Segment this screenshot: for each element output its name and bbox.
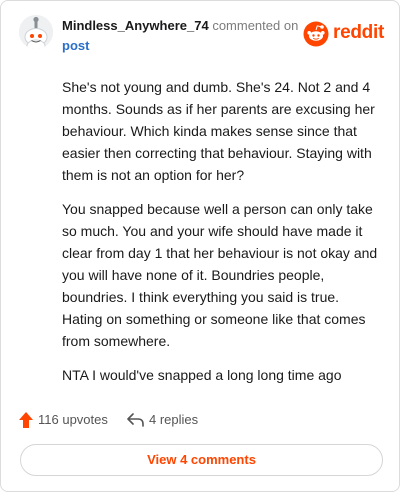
view-comments-button[interactable]: View 4 comments (20, 444, 383, 476)
replies-count: 4 replies (149, 412, 199, 427)
comment-stats: 116 upvotes 4 replies (19, 409, 319, 431)
reddit-wordmark: reddit (333, 22, 384, 43)
comment-body: She's not young and dumb. She's 24. Not … (62, 76, 382, 398)
avatar-snoo-icon (19, 15, 53, 49)
comment-header: Mindless_Anywhere_74 commented on post r… (19, 15, 384, 56)
avatar[interactable] (19, 15, 53, 49)
upvotes-stat[interactable]: 116 upvotes (19, 409, 119, 431)
upvote-arrow-icon (19, 412, 33, 428)
comment-paragraph: She's not young and dumb. She's 24. Not … (62, 79, 375, 183)
upvotes-count: 116 upvotes (38, 412, 108, 427)
comment-paragraph: NTA I would've snapped a long long time … (62, 367, 342, 383)
action-text: commented on (212, 18, 299, 33)
reddit-logo-icon (303, 21, 329, 47)
username[interactable]: Mindless_Anywhere_74 (62, 18, 209, 33)
comment-card: Mindless_Anywhere_74 commented on post r… (0, 0, 400, 492)
comment-paragraph: You snapped because well a person can on… (62, 201, 378, 349)
post-link[interactable]: post (62, 36, 302, 56)
reply-icon (127, 413, 144, 427)
reddit-brand[interactable]: reddit (303, 21, 384, 47)
replies-stat[interactable]: 4 replies (127, 409, 217, 431)
byline: Mindless_Anywhere_74 commented on post (62, 16, 302, 56)
